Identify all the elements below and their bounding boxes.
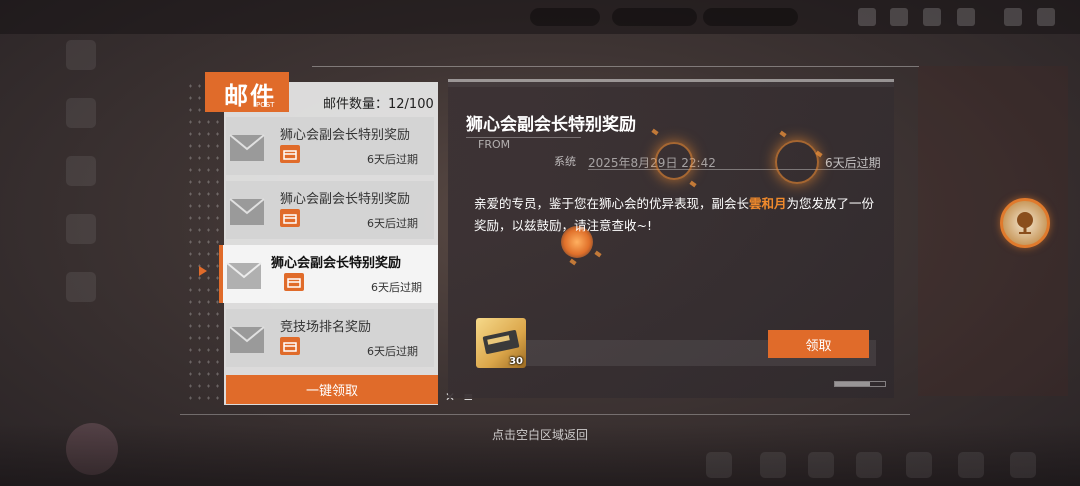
mail-list-item[interactable]: 狮心会副会长特别奖励 6天后过期 (226, 181, 434, 239)
mail-item-expire: 6天后过期 (367, 345, 418, 358)
return-hint: 点击空白区域返回 (491, 428, 588, 442)
top-menu-icon (1004, 8, 1022, 26)
top-menu-icon (923, 8, 941, 26)
gift-icon (284, 273, 304, 291)
mail-body: 亲爱的专员，鉴于您在狮心会的优异表现，副会长雲和月为您发放了一份奖励，以兹鼓励，… (474, 193, 884, 237)
resource-slot (612, 8, 697, 26)
gift-icon (280, 209, 300, 227)
top-menu-icon (957, 8, 975, 26)
mail-item-name: 狮心会副会长特别奖励 (280, 192, 411, 207)
claim-button[interactable]: 领取 (768, 330, 869, 358)
tree-emblem-icon[interactable] (1000, 198, 1050, 248)
mail-item-expire: 6天后过期 (367, 217, 418, 230)
sender-name: 系统 (554, 155, 576, 168)
sparkle-effect (655, 142, 693, 180)
selection-arrow-icon (199, 266, 207, 276)
mail-body-highlight: 雲和月 (749, 196, 787, 211)
frame-line (312, 66, 919, 67)
top-resource-bar (0, 0, 1080, 34)
envelope-icon (229, 134, 265, 161)
mail-item-name: 狮心会副会长特别奖励 (271, 256, 402, 271)
detail-expire: 6天后过期 (825, 156, 881, 170)
reward-quantity: 30 (509, 356, 523, 367)
from-label: FROM (478, 138, 511, 151)
frame-line (180, 414, 910, 415)
mail-body-prefix: 亲爱的专员，鉴于您在狮心会的优异表现，副会长 (474, 196, 750, 211)
top-menu-icon (890, 8, 908, 26)
mail-item-expire: 6天后过期 (371, 281, 422, 294)
claim-all-button[interactable]: 一键领取 (226, 375, 438, 404)
mail-count: 邮件数量：12/100 (323, 97, 434, 112)
background-left-nav (62, 40, 102, 330)
detail-title: 狮心会副会长特别奖励 (466, 115, 636, 135)
mail-list-item[interactable]: 竞技场排名奖励 6天后过期 (226, 309, 434, 367)
top-menu-icon (1037, 8, 1055, 26)
mail-subtitle: POST (256, 101, 275, 109)
resource-slot (703, 8, 798, 26)
sparkle-effect (775, 140, 819, 184)
envelope-icon (229, 198, 265, 225)
resource-slot (530, 8, 600, 26)
envelope-icon (226, 262, 262, 289)
mail-list-item[interactable]: 狮心会副会长特别奖励 6天后过期 (226, 117, 434, 175)
top-menu-icon (858, 8, 876, 26)
gift-icon (280, 337, 300, 355)
gift-icon (280, 145, 300, 163)
page-indicator (834, 381, 886, 387)
mail-list-item-selected[interactable]: 狮心会副会长特别奖励 6天后过期 (219, 245, 438, 303)
mail-item-expire: 6天后过期 (367, 153, 418, 166)
mail-item-name: 狮心会副会长特别奖励 (280, 128, 411, 143)
dot-pattern (186, 80, 222, 400)
ticket-icon (482, 330, 520, 354)
envelope-icon (229, 326, 265, 353)
mail-item-name: 竞技场排名奖励 (280, 320, 372, 335)
reward-item[interactable]: 30 (476, 318, 526, 368)
